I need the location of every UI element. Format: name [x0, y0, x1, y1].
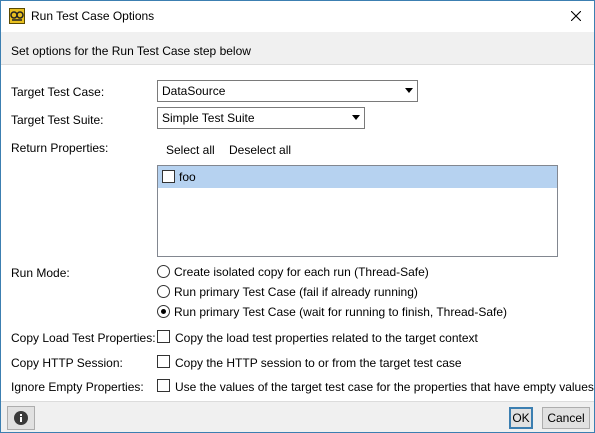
copy-load-test-properties-checkbox[interactable] [157, 330, 170, 343]
run-mode-radio-fail[interactable] [157, 285, 170, 298]
property-checkbox[interactable] [162, 170, 175, 183]
ignore-empty-properties-checkbox[interactable] [157, 379, 170, 392]
copy-load-test-properties-label: Copy Load Test Properties: [11, 331, 156, 345]
ignore-empty-properties-option[interactable]: Use the values of the target test case f… [175, 380, 594, 394]
target-test-suite-value: Simple Test Suite [162, 111, 255, 125]
cancel-button[interactable]: Cancel [542, 407, 590, 429]
run-mode-label: Run Mode: [11, 266, 70, 280]
run-mode-option-fail[interactable]: Run primary Test Case (fail if already r… [174, 285, 418, 299]
ok-button[interactable]: OK [509, 407, 533, 429]
dialog-window: Run Test Case Options Set options for th… [0, 0, 595, 433]
app-icon [9, 8, 25, 24]
run-mode-option-wait[interactable]: Run primary Test Case (wait for running … [174, 305, 507, 319]
chevron-down-icon [405, 88, 413, 93]
target-test-suite-label: Target Test Suite: [11, 113, 104, 127]
close-button[interactable] [561, 3, 591, 29]
target-test-case-label: Target Test Case: [11, 85, 105, 99]
deselect-all-button[interactable]: Deselect all [229, 143, 291, 157]
info-icon [14, 411, 28, 425]
target-test-case-value: DataSource [162, 84, 226, 98]
copy-http-session-label: Copy HTTP Session: [11, 356, 123, 370]
run-mode-option-isolated[interactable]: Create isolated copy for each run (Threa… [174, 265, 429, 279]
property-label: foo [179, 170, 196, 184]
close-icon [571, 11, 581, 21]
target-test-suite-select[interactable]: Simple Test Suite [157, 107, 365, 129]
select-all-button[interactable]: Select all [166, 143, 215, 157]
copy-load-test-properties-option[interactable]: Copy the load test properties related to… [175, 331, 478, 345]
title-bar[interactable]: Run Test Case Options [1, 1, 594, 31]
ignore-empty-properties-label: Ignore Empty Properties: [11, 380, 144, 394]
header-description: Set options for the Run Test Case step b… [11, 44, 251, 58]
list-item[interactable]: foo [158, 166, 557, 188]
return-properties-label: Return Properties: [11, 141, 109, 155]
return-properties-list[interactable]: foo [157, 165, 558, 257]
copy-http-session-checkbox[interactable] [157, 355, 170, 368]
run-mode-radio-isolated[interactable] [157, 265, 170, 278]
dialog-footer: OK Cancel [1, 401, 594, 432]
chevron-down-icon [352, 115, 360, 120]
target-test-case-select[interactable]: DataSource [157, 80, 418, 102]
help-button[interactable] [7, 406, 35, 430]
dialog-header: Set options for the Run Test Case step b… [1, 32, 594, 65]
run-mode-radio-wait[interactable] [157, 305, 170, 318]
copy-http-session-option[interactable]: Copy the HTTP session to or from the tar… [175, 356, 462, 370]
window-title: Run Test Case Options [31, 9, 155, 23]
